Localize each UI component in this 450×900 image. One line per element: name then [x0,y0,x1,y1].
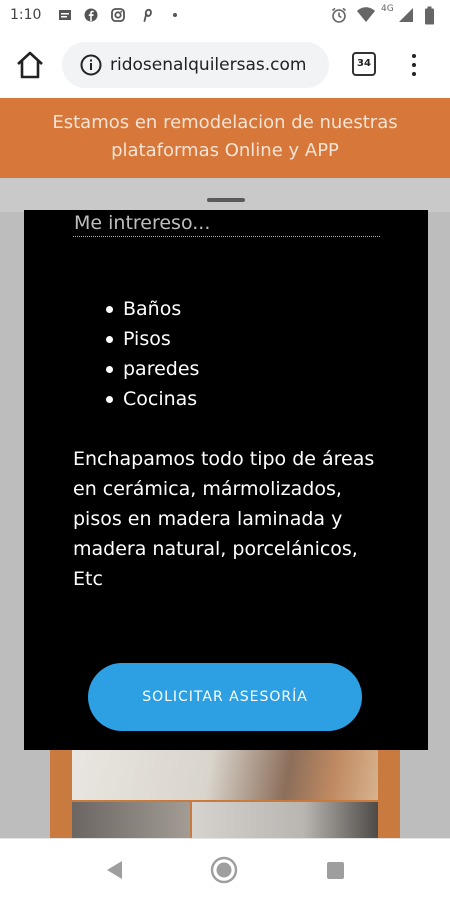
status-bar: 1:10 4G [0,0,450,32]
status-time: 1:10 [10,7,42,23]
recents-icon[interactable] [327,862,344,879]
popup-heading: Me intrereso... [74,212,211,234]
modal-drag-handle[interactable] [207,198,245,202]
url-text[interactable]: ridosenalquilersas.com [110,55,306,75]
home-icon[interactable] [210,856,238,884]
back-icon[interactable] [104,859,124,881]
list-item: Pisos [104,324,199,354]
announcement-banner: Estamos en remodelacion de nuestras plat… [0,98,450,178]
page-header-strip [0,178,450,212]
service-popup: Me intrereso... Baños Pisos paredes Coci… [24,210,428,750]
more-options-icon[interactable] [404,50,424,80]
browser-toolbar: ridosenalquilersas.com 34 [0,32,450,98]
facebook-icon [84,8,98,22]
alarm-icon [331,7,347,23]
instagram-icon [111,8,125,22]
gallery-photo [72,748,378,800]
address-bar[interactable]: ridosenalquilersas.com [62,42,329,88]
list-item: Baños [104,294,199,324]
service-description: Enchapamos todo tipo de áreas en cerámic… [73,448,375,590]
gallery-photo [192,802,378,838]
heading-divider [73,236,380,237]
banner-line-1: Estamos en remodelacion de nuestras [52,112,398,133]
home-icon[interactable] [14,50,46,80]
services-list: Baños Pisos paredes Cocinas [104,294,199,414]
gallery-photo [72,802,190,838]
battery-icon [425,6,434,25]
tab-switcher-button[interactable]: 34 [352,52,376,76]
wifi-icon [357,7,375,22]
request-advice-button[interactable]: SOLICITAR ASESORÍA [88,663,362,731]
system-nav-bar [0,838,450,900]
message-icon [59,10,71,20]
pinterest-icon [143,8,152,22]
network-type: 4G [381,4,394,14]
list-item: Cocinas [104,384,199,414]
more-dot-icon [173,13,177,17]
banner-line-2: plataformas Online y APP [111,140,339,161]
info-icon[interactable] [80,54,102,76]
list-item: paredes [104,354,199,384]
signal-icon [399,8,413,22]
